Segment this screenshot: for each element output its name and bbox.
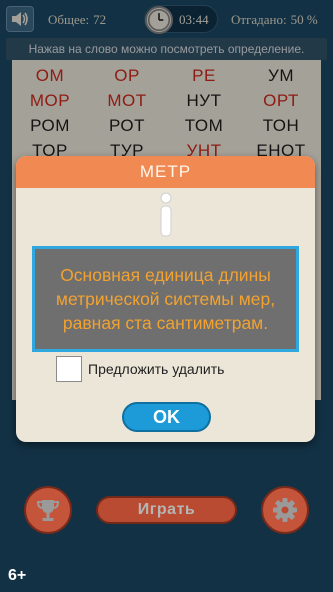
suggest-delete-checkbox[interactable] [56, 356, 82, 382]
play-button[interactable]: Играть [96, 496, 237, 524]
settings-button[interactable] [261, 486, 309, 534]
suggest-delete-row[interactable]: Предложить удалить [56, 356, 224, 382]
gear-icon [273, 498, 297, 522]
age-rating: 6+ [8, 567, 27, 584]
dialog-title: МЕТР [16, 156, 315, 188]
trophy-icon [36, 500, 60, 521]
definition-dialog: МЕТР Основная единица длины метрической … [16, 156, 315, 442]
info-icon [160, 192, 172, 237]
suggest-delete-label: Предложить удалить [88, 361, 225, 377]
leaderboard-button[interactable] [24, 486, 72, 534]
definition-text: Основная единица длины метрической систе… [32, 246, 299, 352]
ok-button[interactable]: OK [122, 402, 211, 432]
